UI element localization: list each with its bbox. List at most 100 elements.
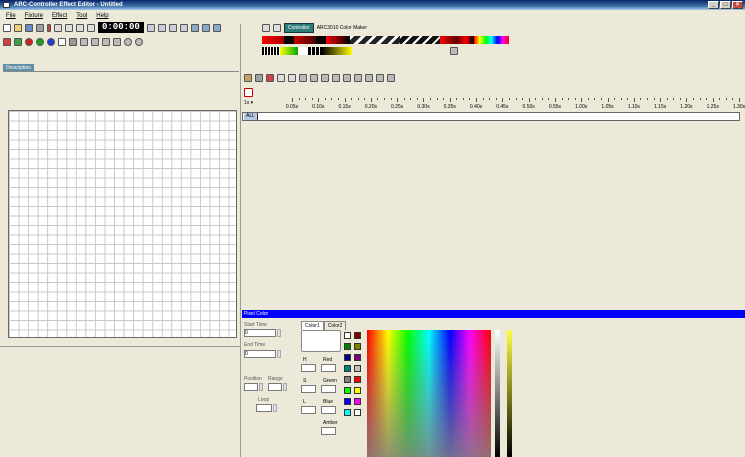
save-as-icon[interactable] bbox=[36, 23, 44, 32]
end-time-input[interactable]: 0 bbox=[244, 350, 276, 358]
flip-icon[interactable] bbox=[102, 37, 110, 46]
amber-input[interactable] bbox=[321, 427, 336, 435]
align-icon[interactable] bbox=[80, 37, 88, 46]
new-file-icon[interactable] bbox=[3, 23, 11, 32]
color-blue-icon[interactable] bbox=[47, 37, 55, 46]
blue-input[interactable] bbox=[321, 406, 336, 414]
start-time-input[interactable]: 0 bbox=[244, 329, 276, 337]
zoom-fit-icon[interactable] bbox=[168, 23, 177, 32]
link-icon[interactable] bbox=[262, 23, 270, 32]
effect-tool-12-icon[interactable] bbox=[365, 73, 373, 82]
effect-tool-13-icon[interactable] bbox=[376, 73, 384, 82]
color-swatch[interactable] bbox=[354, 354, 361, 361]
green-input[interactable] bbox=[321, 385, 336, 393]
effect-tool-5-icon[interactable] bbox=[288, 73, 296, 82]
end-time-spinner[interactable] bbox=[277, 350, 281, 358]
s-input[interactable] bbox=[301, 385, 316, 393]
fixture-grid[interactable] bbox=[8, 110, 237, 338]
menu-help[interactable]: Help bbox=[96, 11, 108, 21]
effect-tool-9-icon[interactable] bbox=[332, 73, 340, 82]
color-swatch[interactable] bbox=[344, 409, 351, 416]
rotate-icon[interactable] bbox=[113, 37, 121, 46]
step-back-icon[interactable] bbox=[190, 23, 199, 32]
color-swatch[interactable] bbox=[344, 376, 351, 383]
pencil-icon[interactable] bbox=[47, 23, 51, 32]
cut-icon[interactable] bbox=[87, 23, 95, 32]
distribute-icon[interactable] bbox=[91, 37, 99, 46]
loop-spinner[interactable] bbox=[273, 404, 277, 412]
color-red-icon[interactable] bbox=[25, 37, 33, 46]
red-input[interactable] bbox=[321, 364, 336, 372]
position-input[interactable] bbox=[244, 383, 258, 391]
start-time-spinner[interactable] bbox=[277, 329, 281, 337]
menu-file[interactable]: File bbox=[6, 11, 16, 21]
loop-input[interactable] bbox=[256, 404, 272, 412]
color-swatch[interactable] bbox=[344, 343, 351, 350]
color-swatch[interactable] bbox=[354, 409, 361, 416]
range-input[interactable] bbox=[268, 383, 282, 391]
color-swatch[interactable] bbox=[344, 332, 351, 339]
color-swatch[interactable] bbox=[344, 354, 351, 361]
effect-tool-8-icon[interactable] bbox=[321, 73, 329, 82]
fixture-green-icon[interactable] bbox=[14, 37, 22, 46]
fixture-red-icon[interactable] bbox=[3, 37, 11, 46]
zoom-in-icon[interactable] bbox=[146, 23, 155, 32]
effect-tool-2-icon[interactable] bbox=[255, 73, 263, 82]
brightness-slider[interactable] bbox=[495, 330, 500, 457]
l-input[interactable] bbox=[301, 406, 316, 414]
color-dim-icon[interactable] bbox=[69, 37, 77, 46]
color-swatch[interactable] bbox=[354, 343, 361, 350]
undo-icon[interactable] bbox=[54, 23, 62, 32]
minimize-button[interactable]: _ bbox=[708, 1, 719, 9]
effect-tool-4-icon[interactable] bbox=[277, 73, 285, 82]
fixture-toolbar bbox=[3, 36, 143, 47]
color-spectrum[interactable] bbox=[367, 330, 491, 457]
effect-tool-14-icon[interactable] bbox=[387, 73, 395, 82]
print-icon[interactable] bbox=[450, 47, 458, 55]
color-swatch[interactable] bbox=[354, 376, 361, 383]
unlink-icon[interactable] bbox=[273, 23, 281, 32]
color-swatch[interactable] bbox=[344, 398, 351, 405]
color-white-icon[interactable] bbox=[58, 37, 66, 46]
step-forward-icon[interactable] bbox=[201, 23, 210, 32]
open-folder-icon[interactable] bbox=[14, 23, 22, 32]
close-button[interactable]: × bbox=[732, 1, 743, 9]
effect-tool-10-icon[interactable] bbox=[343, 73, 351, 82]
play-icon[interactable] bbox=[212, 23, 221, 32]
color-preset-strip-2[interactable] bbox=[262, 47, 362, 55]
luminance-slider[interactable] bbox=[507, 330, 512, 457]
zoom-reset-icon[interactable] bbox=[179, 23, 188, 32]
color-swatch[interactable] bbox=[354, 387, 361, 394]
menu-effect[interactable]: Effect bbox=[52, 11, 67, 21]
color-swatch[interactable] bbox=[344, 365, 351, 372]
zoom-icon[interactable] bbox=[124, 37, 132, 46]
copy-icon[interactable] bbox=[65, 23, 73, 32]
color-swatch[interactable] bbox=[344, 387, 351, 394]
effect-tool-11-icon[interactable] bbox=[354, 73, 362, 82]
controller-button[interactable]: Controller bbox=[284, 22, 314, 33]
menu-tool[interactable]: Tool bbox=[76, 11, 87, 21]
menu-fixture[interactable]: Fixture bbox=[25, 11, 43, 21]
color-swatch[interactable] bbox=[354, 332, 361, 339]
effect-tool-1-icon[interactable] bbox=[244, 73, 252, 82]
color-green-icon[interactable] bbox=[36, 37, 44, 46]
panel-splitter[interactable] bbox=[240, 24, 241, 457]
track-all[interactable]: ALL bbox=[242, 112, 740, 121]
tab-color1[interactable]: Color1 bbox=[301, 321, 324, 330]
position-spinner[interactable] bbox=[259, 383, 263, 391]
zoom-out-icon[interactable] bbox=[157, 23, 166, 32]
save-icon[interactable] bbox=[25, 23, 33, 32]
color-swatch[interactable] bbox=[354, 365, 361, 372]
magnify-icon[interactable] bbox=[135, 37, 143, 46]
color-preset-strip-1[interactable] bbox=[262, 36, 509, 44]
tab-color2[interactable]: Color2 bbox=[323, 321, 347, 330]
maximize-button[interactable]: □ bbox=[720, 1, 731, 9]
h-input[interactable] bbox=[301, 364, 316, 372]
effect-tool-3-icon[interactable] bbox=[266, 73, 274, 82]
effect-tool-6-icon[interactable] bbox=[299, 73, 307, 82]
time-ruler[interactable]: 0.05s 0.10s 0.15s 0.20s 0.25s 0.30s 0.35s 0.40s… bbox=[242, 98, 745, 112]
effect-tool-7-icon[interactable] bbox=[310, 73, 318, 82]
color-swatch[interactable] bbox=[354, 398, 361, 405]
range-spinner[interactable] bbox=[283, 383, 287, 391]
paste-icon[interactable] bbox=[76, 23, 84, 32]
